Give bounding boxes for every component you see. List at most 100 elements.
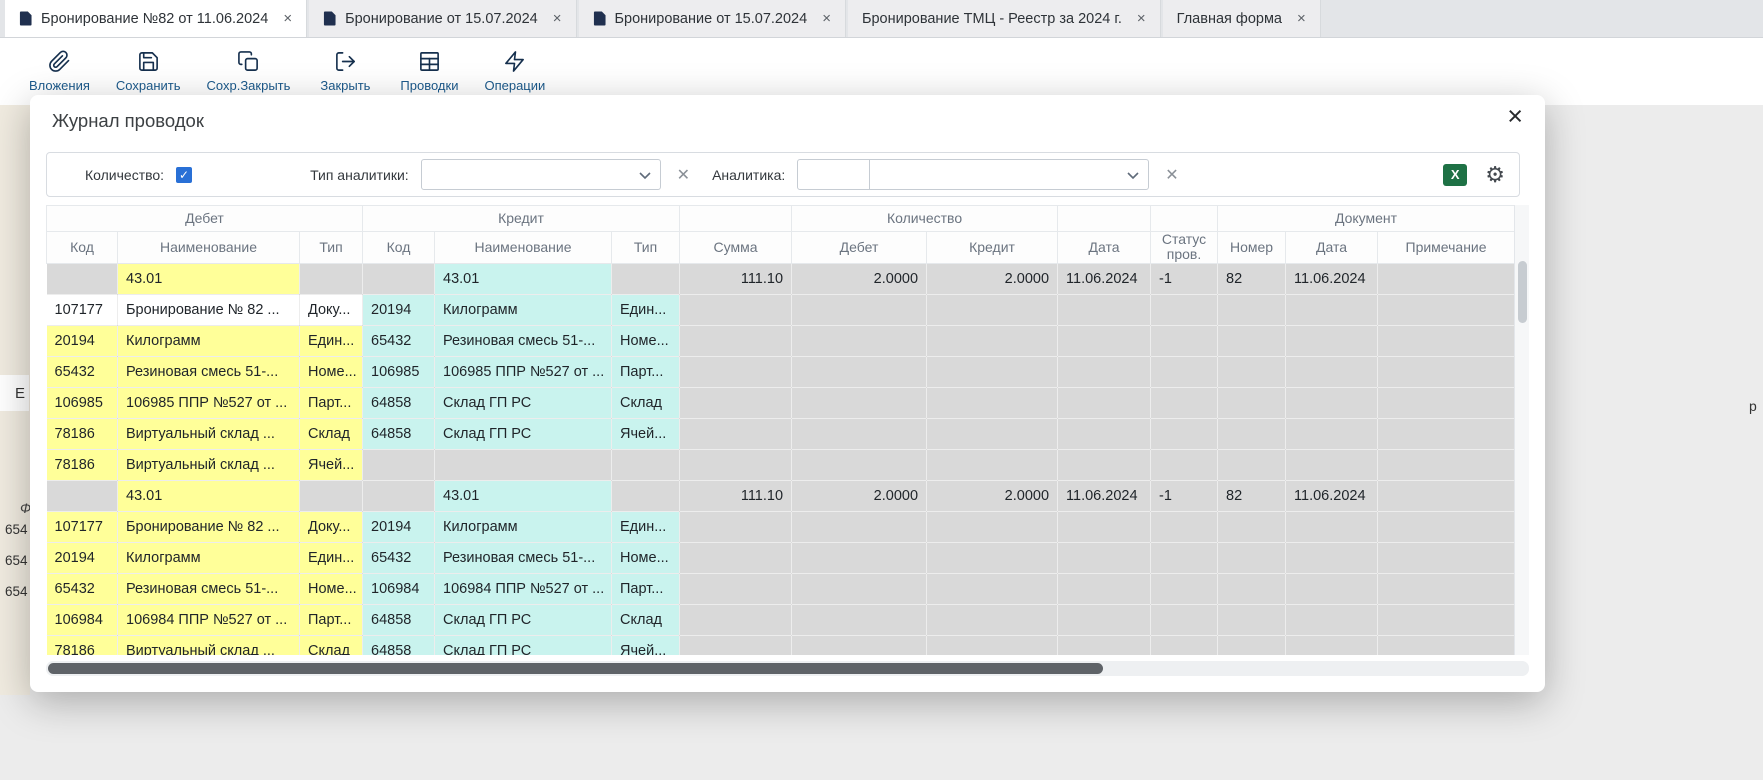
settings-gear-icon[interactable]: ⚙ (1485, 164, 1505, 186)
cell[interactable]: 65432 (47, 356, 118, 387)
cell[interactable] (1378, 294, 1515, 325)
detail-row[interactable]: 106984106984 ППР №527 от ...Парт...64858… (47, 604, 1515, 635)
tab-4[interactable]: Бронирование ТМЦ - Реестр за 2024 г.× (848, 0, 1161, 37)
quantity-checkbox[interactable]: ✓ (176, 167, 192, 183)
cell[interactable] (435, 449, 612, 480)
cell[interactable] (1058, 511, 1151, 542)
cell[interactable]: 106985 ППР №527 от ... (118, 387, 300, 418)
tab-close-icon[interactable]: × (553, 10, 562, 27)
cell[interactable] (1058, 604, 1151, 635)
cell[interactable] (363, 480, 435, 511)
cell[interactable]: 107177 (47, 511, 118, 542)
cell[interactable]: Килограмм (435, 294, 612, 325)
clear-analytics-type-icon[interactable]: ✕ (677, 165, 690, 185)
cell[interactable]: 11.06.2024 (1058, 480, 1151, 511)
cell[interactable] (927, 325, 1058, 356)
cell[interactable] (927, 418, 1058, 449)
cell[interactable] (792, 325, 927, 356)
cell[interactable]: 20194 (363, 511, 435, 542)
cell[interactable] (1151, 573, 1218, 604)
cell[interactable] (1286, 418, 1378, 449)
tab-close-icon[interactable]: × (1297, 10, 1306, 27)
cell[interactable]: 65432 (363, 325, 435, 356)
cell[interactable] (927, 542, 1058, 573)
cell[interactable] (1151, 418, 1218, 449)
detail-row[interactable]: 78186Виртуальный склад ...Склад64858Скла… (47, 635, 1515, 655)
cell[interactable]: Резиновая смесь 51-... (118, 356, 300, 387)
cell[interactable]: 20194 (47, 325, 118, 356)
cell[interactable]: Парт... (300, 604, 363, 635)
cell[interactable] (1378, 480, 1515, 511)
detail-row[interactable]: 78186Виртуальный склад ...Склад64858Скла… (47, 418, 1515, 449)
cell[interactable] (680, 418, 792, 449)
cell[interactable]: Бронирование № 82 ... (118, 511, 300, 542)
cell[interactable] (1151, 511, 1218, 542)
column-header[interactable]: Код (363, 232, 435, 264)
cell[interactable]: Номе... (300, 573, 363, 604)
cell[interactable] (1218, 573, 1286, 604)
cell[interactable] (1286, 449, 1378, 480)
cell[interactable]: Един... (612, 511, 680, 542)
cell[interactable] (1151, 294, 1218, 325)
cell[interactable] (1058, 573, 1151, 604)
cell[interactable] (1058, 294, 1151, 325)
cell[interactable] (1218, 542, 1286, 573)
cell[interactable] (927, 604, 1058, 635)
cell[interactable]: Склад (612, 604, 680, 635)
tab-5[interactable]: Главная форма× (1163, 0, 1321, 37)
cell[interactable] (680, 449, 792, 480)
column-header[interactable]: Примечание (1378, 232, 1515, 264)
cell[interactable] (1286, 294, 1378, 325)
cell[interactable] (792, 604, 927, 635)
cell[interactable]: Склад (300, 635, 363, 655)
cell[interactable]: Резиновая смесь 51-... (435, 325, 612, 356)
cell[interactable] (927, 294, 1058, 325)
toolbar-item-paperclip[interactable]: Вложения (16, 50, 103, 93)
cell[interactable]: -1 (1151, 480, 1218, 511)
cell[interactable]: 20194 (363, 294, 435, 325)
cell[interactable] (680, 542, 792, 573)
cell[interactable]: Виртуальный склад ... (118, 635, 300, 655)
cell[interactable]: 2.0000 (927, 480, 1058, 511)
cell[interactable] (47, 263, 118, 294)
cell[interactable]: 11.06.2024 (1286, 263, 1378, 294)
cell[interactable]: Ячей... (300, 449, 363, 480)
cell[interactable]: 64858 (363, 387, 435, 418)
cell[interactable] (1058, 325, 1151, 356)
cell[interactable] (1058, 418, 1151, 449)
cell[interactable] (1286, 542, 1378, 573)
cell[interactable]: 106984 ППР №527 от ... (118, 604, 300, 635)
tab-close-icon[interactable]: × (283, 10, 292, 27)
cell[interactable]: Един... (300, 325, 363, 356)
cell[interactable]: 106984 ППР №527 от ... (435, 573, 612, 604)
cell[interactable]: 65432 (363, 542, 435, 573)
cell[interactable] (1218, 635, 1286, 655)
cell[interactable] (1218, 356, 1286, 387)
cell[interactable]: 43.01 (118, 480, 300, 511)
cell[interactable] (1218, 325, 1286, 356)
cell[interactable] (1218, 387, 1286, 418)
cell[interactable] (1218, 511, 1286, 542)
cell[interactable] (1286, 325, 1378, 356)
tab-2[interactable]: Бронирование от 15.07.2024× (309, 0, 576, 37)
cell[interactable] (680, 325, 792, 356)
cell[interactable] (680, 573, 792, 604)
cell[interactable] (612, 263, 680, 294)
cell[interactable]: 106985 ППР №527 от ... (435, 356, 612, 387)
cell[interactable] (1286, 635, 1378, 655)
cell[interactable]: Ячей... (612, 635, 680, 655)
cell[interactable] (792, 542, 927, 573)
cell[interactable] (1218, 604, 1286, 635)
column-header[interactable]: Наименование (118, 232, 300, 264)
cell[interactable]: 111.10 (680, 480, 792, 511)
cell[interactable] (363, 263, 435, 294)
cell[interactable]: 82 (1218, 480, 1286, 511)
excel-export-button[interactable]: X (1443, 164, 1467, 186)
cell[interactable] (612, 480, 680, 511)
cell[interactable] (927, 356, 1058, 387)
cell[interactable]: 64858 (363, 604, 435, 635)
cell[interactable]: Номе... (300, 356, 363, 387)
cell[interactable] (792, 449, 927, 480)
cell[interactable]: 43.01 (435, 480, 612, 511)
tab-close-icon[interactable]: × (822, 10, 831, 27)
